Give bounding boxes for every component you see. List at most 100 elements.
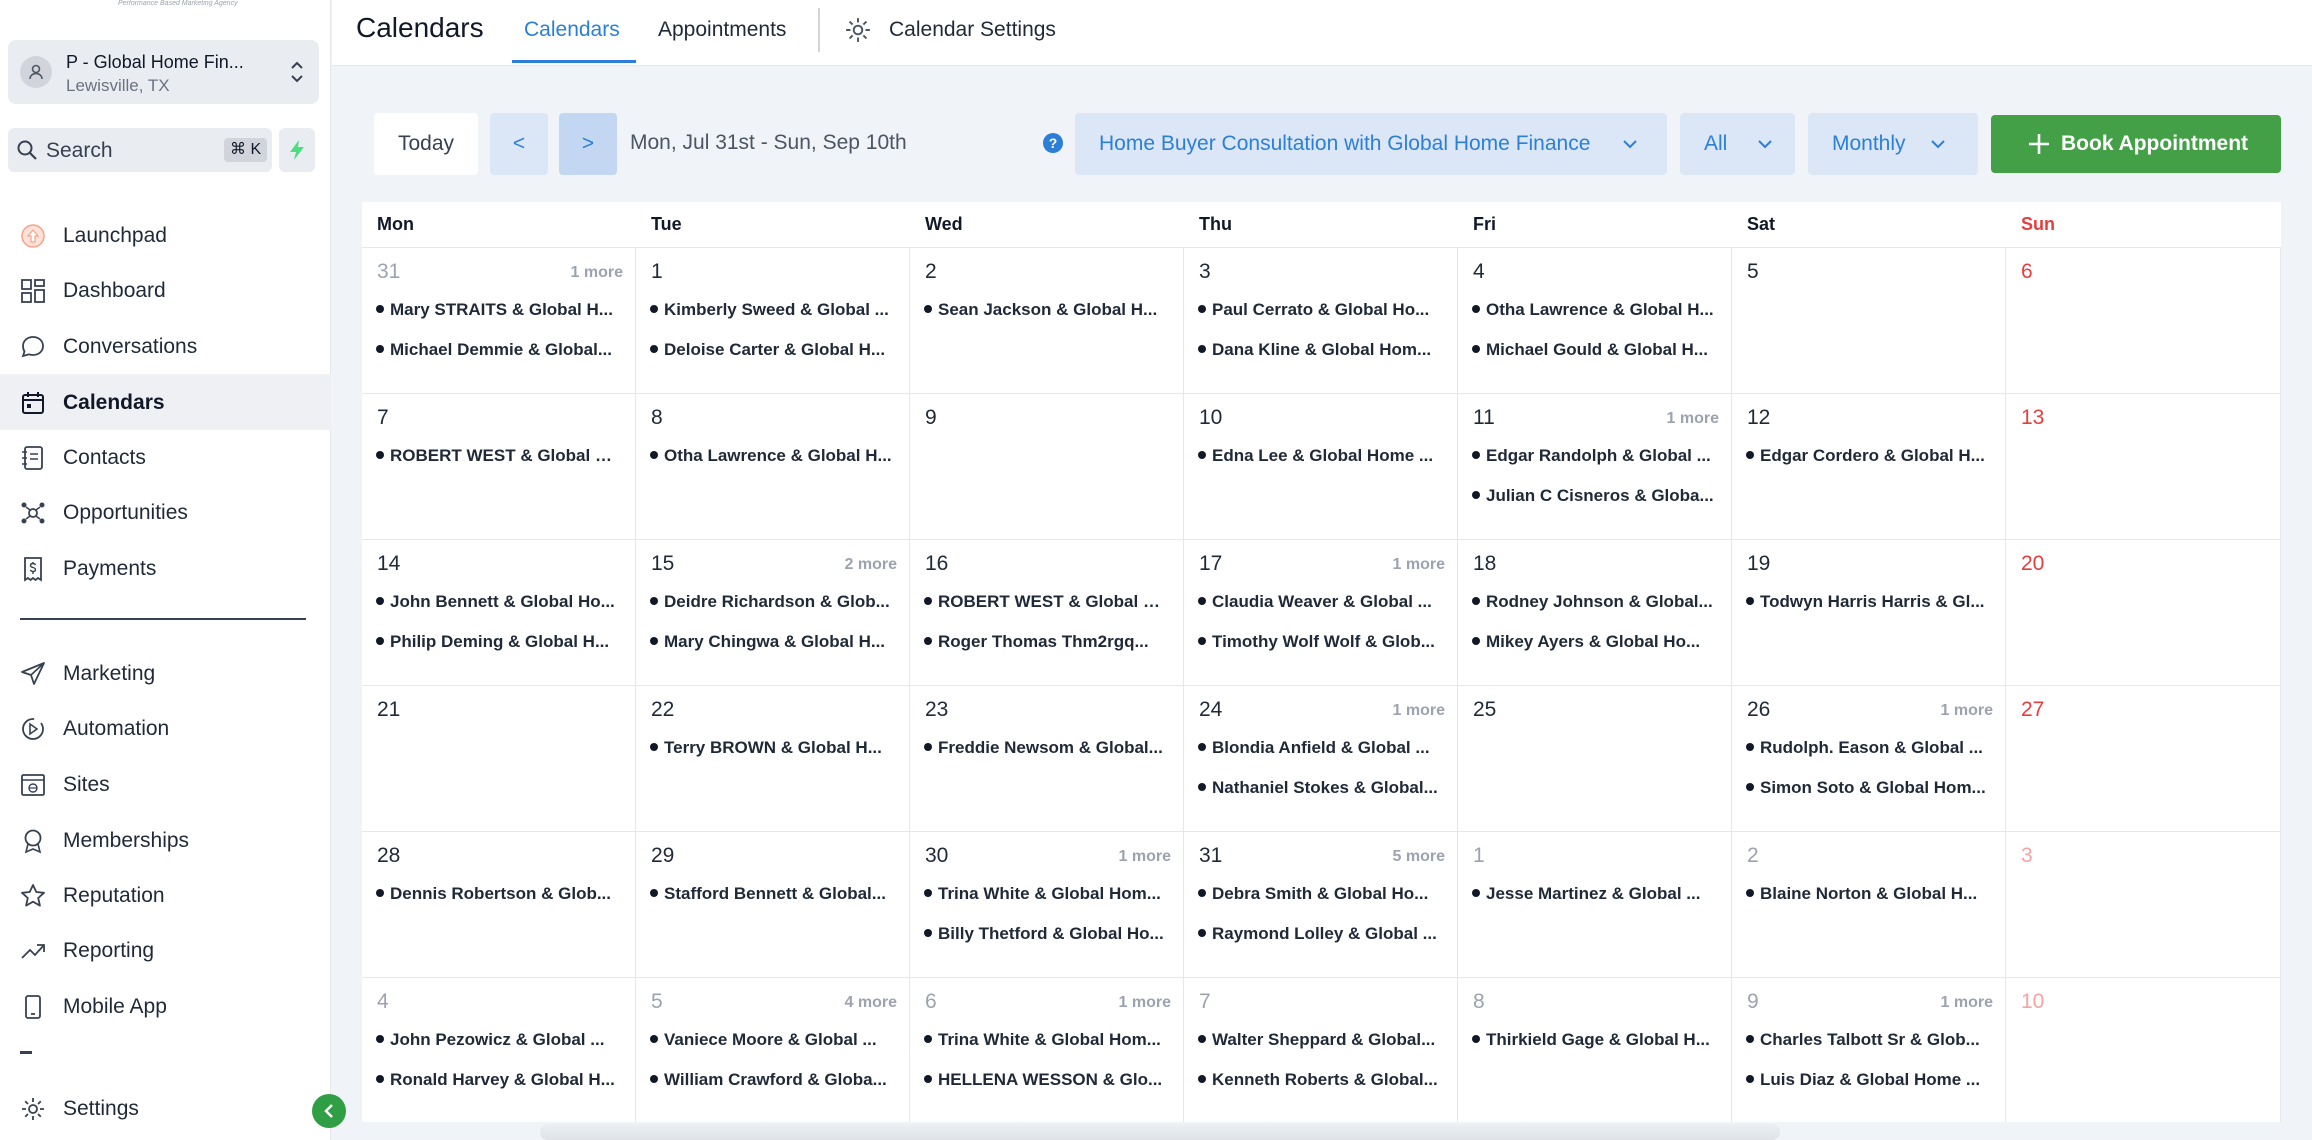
calendar-day-cell[interactable]: 21 bbox=[362, 686, 636, 832]
calendar-day-cell[interactable]: 30 1 more Trina White & Global Hom... Billy… bbox=[910, 832, 1184, 978]
more-events-link[interactable]: 5 more bbox=[1393, 848, 1445, 866]
sidebar-item-marketing[interactable]: Marketing bbox=[0, 645, 331, 701]
more-events-link[interactable]: 1 more bbox=[1393, 556, 1445, 574]
appointment-event[interactable]: Deidre Richardson & Glob... bbox=[650, 592, 894, 612]
quick-actions-button[interactable] bbox=[279, 128, 315, 172]
calendar-day-cell[interactable]: 5 bbox=[1732, 248, 2006, 394]
calendar-day-cell[interactable]: 9 1 more Charles Talbott Sr & Glob... Luis … bbox=[1732, 978, 2006, 1122]
appointment-event[interactable]: Luis Diaz & Global Home ... bbox=[1746, 1070, 1990, 1090]
sidebar-item-automation[interactable]: Automation bbox=[0, 700, 331, 756]
appointment-event[interactable]: Dennis Robertson & Glob... bbox=[376, 884, 620, 904]
calendar-select[interactable]: Home Buyer Consultation with Global Home… bbox=[1075, 113, 1667, 175]
calendar-day-cell[interactable]: 12 Edgar Cordero & Global H... bbox=[1732, 394, 2006, 540]
calendar-day-cell[interactable]: 10 Edna Lee & Global Home ... bbox=[1184, 394, 1458, 540]
calendar-day-cell[interactable]: 29 Stafford Bennett & Global... bbox=[636, 832, 910, 978]
appointment-event[interactable]: Raymond Lolley & Global ... bbox=[1198, 924, 1442, 944]
appointment-event[interactable]: Kenneth Roberts & Global... bbox=[1198, 1070, 1442, 1090]
calendar-day-cell[interactable]: 19 Todwyn Harris Harris & Gl... bbox=[1732, 540, 2006, 686]
tab-calendar-settings[interactable]: Calendar Settings bbox=[889, 18, 1056, 42]
calendar-day-cell[interactable]: 2 Blaine Norton & Global H... bbox=[1732, 832, 2006, 978]
appointment-event[interactable]: Timothy Wolf Wolf & Glob... bbox=[1198, 632, 1442, 652]
appointment-event[interactable]: Deloise Carter & Global H... bbox=[650, 340, 894, 360]
calendar-day-cell[interactable]: 16 ROBERT WEST & Global H... Roger Thomas … bbox=[910, 540, 1184, 686]
sidebar-item-opportunities[interactable]: Opportunities bbox=[0, 484, 331, 540]
calendar-day-cell[interactable]: 14 John Bennett & Global Ho... Philip Demi… bbox=[362, 540, 636, 686]
appointment-event[interactable]: Rudolph. Eason & Global ... bbox=[1746, 738, 1990, 758]
more-events-link[interactable]: 4 more bbox=[845, 994, 897, 1012]
appointment-event[interactable]: Vaniece Moore & Global ... bbox=[650, 1030, 894, 1050]
appointment-event[interactable]: Blondia Anfield & Global ... bbox=[1198, 738, 1442, 758]
appointment-event[interactable]: Blaine Norton & Global H... bbox=[1746, 884, 1990, 904]
more-events-link[interactable]: 1 more bbox=[1119, 994, 1171, 1012]
calendar-day-cell[interactable]: 25 bbox=[1458, 686, 1732, 832]
today-button[interactable]: Today bbox=[374, 113, 478, 175]
calendar-day-cell[interactable]: 7 ROBERT WEST & Global H... bbox=[362, 394, 636, 540]
sidebar-item-contacts[interactable]: Contacts bbox=[0, 429, 331, 485]
appointment-event[interactable]: Dana Kline & Global Hom... bbox=[1198, 340, 1442, 360]
calendar-day-cell[interactable]: 22 Terry BROWN & Global H... bbox=[636, 686, 910, 832]
calendar-day-cell[interactable]: 3 bbox=[2006, 832, 2281, 978]
more-events-link[interactable]: 1 more bbox=[571, 264, 623, 282]
appointment-event[interactable]: Ronald Harvey & Global H... bbox=[376, 1070, 620, 1090]
appointment-event[interactable]: William Crawford & Globa... bbox=[650, 1070, 894, 1090]
more-events-link[interactable]: 1 more bbox=[1393, 702, 1445, 720]
calendar-day-cell[interactable]: 1 Kimberly Sweed & Global ... Deloise Cart… bbox=[636, 248, 910, 394]
appointment-event[interactable]: Julian C Cisneros & Globa... bbox=[1472, 486, 1716, 506]
calendar-day-cell[interactable]: 24 1 more Blondia Anfield & Global ... Nath… bbox=[1184, 686, 1458, 832]
appointment-event[interactable]: Sean Jackson & Global H... bbox=[924, 300, 1168, 320]
calendar-day-cell[interactable]: 2 Sean Jackson & Global H... bbox=[910, 248, 1184, 394]
appointment-event[interactable]: Charles Talbott Sr & Glob... bbox=[1746, 1030, 1990, 1050]
sidebar-item-reporting[interactable]: Reporting bbox=[0, 922, 331, 978]
appointment-event[interactable]: Michael Demmie & Global... bbox=[376, 340, 620, 360]
calendar-day-cell[interactable]: 13 bbox=[2006, 394, 2281, 540]
appointment-event[interactable]: Terry BROWN & Global H... bbox=[650, 738, 894, 758]
calendar-day-cell[interactable]: 3 Paul Cerrato & Global Ho... Dana Kline &… bbox=[1184, 248, 1458, 394]
appointment-event[interactable]: Walter Sheppard & Global... bbox=[1198, 1030, 1442, 1050]
appointment-event[interactable]: Nathaniel Stokes & Global... bbox=[1198, 778, 1442, 798]
sidebar-item-conversations[interactable]: Conversations bbox=[0, 318, 331, 374]
calendar-day-cell[interactable]: 17 1 more Claudia Weaver & Global ... Timot… bbox=[1184, 540, 1458, 686]
calendar-day-cell[interactable]: 31 5 more Debra Smith & Global Ho... Raymon… bbox=[1184, 832, 1458, 978]
calendar-day-cell[interactable]: 8 Otha Lawrence & Global H... bbox=[636, 394, 910, 540]
calendar-day-cell[interactable]: 27 bbox=[2006, 686, 2281, 832]
appointment-event[interactable]: Michael Gould & Global H... bbox=[1472, 340, 1716, 360]
appointment-event[interactable]: HELLENA WESSON & Glo... bbox=[924, 1070, 1168, 1090]
more-events-link[interactable]: 1 more bbox=[1667, 410, 1719, 428]
calendar-day-cell[interactable]: 4 Otha Lawrence & Global H... Michael Goul… bbox=[1458, 248, 1732, 394]
appointment-event[interactable]: Mary STRAITS & Global H... bbox=[376, 300, 620, 320]
sidebar-item-mobile-app[interactable]: Mobile App bbox=[0, 978, 331, 1034]
appointment-event[interactable]: Billy Thetford & Global Ho... bbox=[924, 924, 1168, 944]
appointment-event[interactable]: Trina White & Global Hom... bbox=[924, 1030, 1168, 1050]
calendar-day-cell[interactable]: 10 bbox=[2006, 978, 2281, 1122]
appointment-event[interactable]: Debra Smith & Global Ho... bbox=[1198, 884, 1442, 904]
appointment-event[interactable]: Rodney Johnson & Global... bbox=[1472, 592, 1716, 612]
appointment-event[interactable]: Mary Chingwa & Global H... bbox=[650, 632, 894, 652]
sidebar-item-dashboard[interactable]: Dashboard bbox=[0, 262, 331, 318]
appointment-event[interactable]: Edgar Cordero & Global H... bbox=[1746, 446, 1990, 466]
appointment-event[interactable]: Roger Thomas Thm2rgq... bbox=[924, 632, 1168, 652]
sidebar-item-settings[interactable]: Settings bbox=[0, 1080, 331, 1136]
calendar-day-cell[interactable]: 6 bbox=[2006, 248, 2281, 394]
tab-calendars[interactable]: Calendars bbox=[524, 18, 620, 42]
calendar-day-cell[interactable]: 1 Jesse Martinez & Global ... bbox=[1458, 832, 1732, 978]
appointment-event[interactable]: Kimberly Sweed & Global ... bbox=[650, 300, 894, 320]
filter-select[interactable]: All bbox=[1680, 113, 1795, 175]
appointment-event[interactable]: Thirkield Gage & Global H... bbox=[1472, 1030, 1716, 1050]
calendar-day-cell[interactable]: 15 2 more Deidre Richardson & Glob... Mary … bbox=[636, 540, 910, 686]
appointment-event[interactable]: Otha Lawrence & Global H... bbox=[650, 446, 894, 466]
calendar-day-cell[interactable]: 20 bbox=[2006, 540, 2281, 686]
appointment-event[interactable]: Jesse Martinez & Global ... bbox=[1472, 884, 1716, 904]
more-events-link[interactable]: 1 more bbox=[1941, 702, 1993, 720]
appointment-event[interactable]: Mikey Ayers & Global Ho... bbox=[1472, 632, 1716, 652]
location-switcher[interactable]: P - Global Home Fin... Lewisville, TX bbox=[8, 40, 319, 104]
calendar-day-cell[interactable]: 31 1 more Mary STRAITS & Global H... Michae… bbox=[362, 248, 636, 394]
appointment-event[interactable]: Edgar Randolph & Global ... bbox=[1472, 446, 1716, 466]
sidebar-item-reputation[interactable]: Reputation bbox=[0, 867, 331, 923]
sidebar-item-sites[interactable]: Sites bbox=[0, 756, 331, 812]
appointment-event[interactable]: John Bennett & Global Ho... bbox=[376, 592, 620, 612]
appointment-event[interactable]: Trina White & Global Hom... bbox=[924, 884, 1168, 904]
appointment-event[interactable]: Todwyn Harris Harris & Gl... bbox=[1746, 592, 1990, 612]
appointment-event[interactable]: Otha Lawrence & Global H... bbox=[1472, 300, 1716, 320]
sidebar-item-calendars[interactable]: Calendars bbox=[0, 374, 331, 430]
calendar-day-cell[interactable]: 7 Walter Sheppard & Global... Kenneth Robe… bbox=[1184, 978, 1458, 1122]
